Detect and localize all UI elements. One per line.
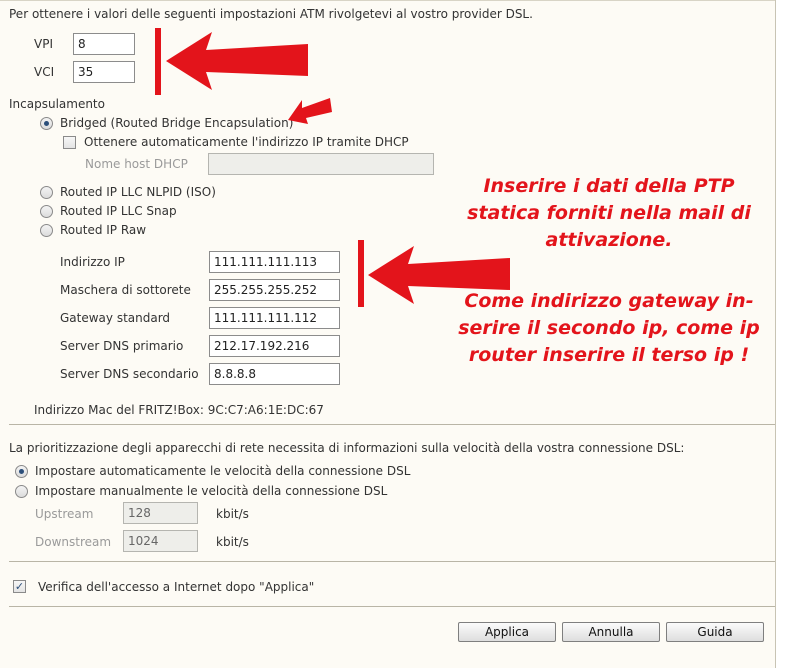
subnet-mask-input[interactable] [209,279,340,301]
dns-primary-input[interactable] [209,335,340,357]
gateway-label: Gateway standard [60,311,171,325]
atm-intro-text: Per ottenere i valori delle seguenti imp… [9,7,533,21]
vpi-label: VPI [34,37,53,51]
annotation-text-ptp: Inserire i dati della PTP statica fornit… [430,173,788,254]
apply-button[interactable]: Applica [458,622,556,642]
speed-auto-label: Impostare automaticamente le velocità de… [35,464,411,478]
verify-checkbox[interactable]: ✓ [13,580,26,593]
gateway-input[interactable] [209,307,340,329]
vci-input[interactable] [73,61,135,83]
speed-manual-label: Impostare manualmente le velocità della … [35,484,388,498]
upstream-unit: kbit/s [216,507,249,521]
speed-intro-text: La prioritizzazione degli apparecchi di … [9,441,685,455]
arrow-icon [166,32,308,90]
bridged-label: Bridged (Routed Bridge Encapsulation) [60,116,294,130]
section-divider [9,424,775,425]
mac-address-text: Indirizzo Mac del FRITZ!Box: 9C:C7:A6:1E… [34,403,324,417]
downstream-unit: kbit/s [216,535,249,549]
upstream-input[interactable] [123,502,198,524]
radio-routed-snap[interactable] [40,205,53,218]
vci-label: VCI [34,65,55,79]
arrow-icon [288,98,332,124]
radio-routed-nlpid[interactable] [40,186,53,199]
annotation-text-gateway: Come indirizzo gateway in- serire il sec… [430,288,788,369]
radio-speed-auto[interactable] [15,465,28,478]
routed-raw-label: Routed IP Raw [60,223,147,237]
routed-snap-label: Routed IP LLC Snap [60,204,177,218]
downstream-input[interactable] [123,530,198,552]
dns-primary-label: Server DNS primario [60,339,184,353]
dhcp-checkbox[interactable] [63,136,76,149]
encapsulation-heading: Incapsulamento [9,97,105,111]
annotation-line: serire il secondo ip, come ip [458,317,760,339]
annotation-line: attivazione. [545,229,673,251]
annotation-line: Come indirizzo gateway in- [464,290,754,312]
ip-address-input[interactable] [209,251,340,273]
annotation-line: Inserire i dati della PTP [483,175,735,197]
help-button[interactable]: Guida [666,622,764,642]
routed-nlpid-label: Routed IP LLC NLPID (ISO) [60,185,216,199]
downstream-label: Downstream [35,535,112,549]
radio-routed-raw[interactable] [40,224,53,237]
section-divider-2 [9,561,775,562]
radio-bridged[interactable] [40,117,53,130]
dhcp-host-input[interactable] [208,153,434,175]
dns-secondary-input[interactable] [209,363,340,385]
annotation-bar-atm [155,28,161,95]
vpi-input[interactable] [73,33,135,55]
top-divider [0,0,775,1]
radio-speed-manual[interactable] [15,485,28,498]
dhcp-checkbox-label: Ottenere automaticamente l'indirizzo IP … [84,135,409,149]
cancel-button[interactable]: Annulla [562,622,660,642]
verify-label: Verifica dell'accesso a Internet dopo "A… [38,580,315,594]
annotation-line: statica forniti nella mail di [467,202,751,224]
upstream-label: Upstream [35,507,94,521]
annotation-line: router inserire il terso ip ! [468,344,750,366]
dns-secondary-label: Server DNS secondario [60,367,199,381]
subnet-mask-label: Maschera di sottorete [60,283,191,297]
ip-address-label: Indirizzo IP [60,255,125,269]
section-divider-3 [9,606,775,607]
dhcp-host-label: Nome host DHCP [85,157,188,171]
